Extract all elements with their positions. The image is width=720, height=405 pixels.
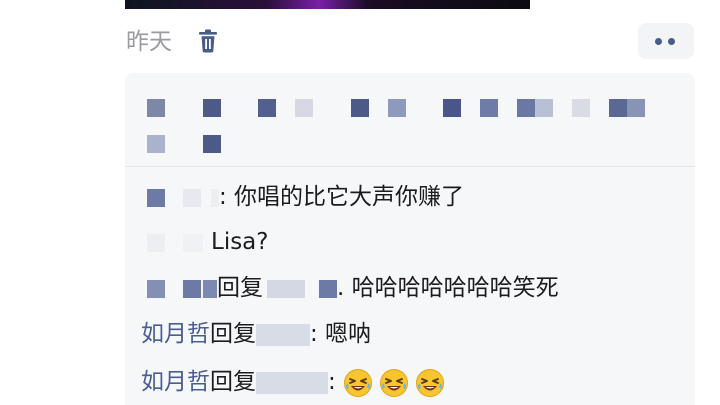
comment-row[interactable]: Lisa? <box>125 227 269 257</box>
liker-avatar[interactable] <box>388 99 406 117</box>
liker-avatar[interactable] <box>203 135 221 153</box>
liker-avatar[interactable] <box>147 99 165 117</box>
liker-avatar[interactable] <box>627 99 645 117</box>
reply-target-redacted[interactable] <box>256 371 328 394</box>
laugh-cry-emoji <box>379 368 409 398</box>
reply-keyword: 回复 <box>210 321 256 347</box>
reply-keyword: 回复 <box>217 275 263 301</box>
commenter-name-redacted[interactable] <box>147 279 165 298</box>
laugh-cry-emoji <box>415 368 445 398</box>
comments-panel: : 你唱的比它大声你赚了 Lisa? 回复. 哈哈哈哈哈哈哈笑死 如月哲回复: … <box>125 167 695 405</box>
reply-keyword: 回复 <box>210 369 256 395</box>
post-date-label: 昨天 <box>126 29 172 55</box>
trash-icon[interactable] <box>197 29 219 53</box>
liker-avatar[interactable] <box>351 99 369 117</box>
commenter-name[interactable]: 如月哲 <box>141 321 210 347</box>
liker-avatar[interactable] <box>480 99 498 117</box>
comment-text: : 嗯呐 <box>310 321 372 347</box>
liker-avatar[interactable] <box>572 99 590 117</box>
comment-text: . 哈哈哈哈哈哈哈笑死 <box>337 275 559 301</box>
liker-avatar[interactable] <box>535 99 553 117</box>
media-preview-strip[interactable] <box>125 0 530 9</box>
liker-avatar[interactable] <box>517 99 535 117</box>
commenter-name[interactable]: 如月哲 <box>141 369 210 395</box>
comment-text: : <box>328 369 344 395</box>
reply-target-redacted[interactable] <box>267 279 305 298</box>
liker-avatar[interactable] <box>609 99 627 117</box>
likes-panel <box>125 73 695 166</box>
liker-avatar[interactable] <box>147 135 165 153</box>
comment-row[interactable]: 如月哲回复: <box>125 367 451 397</box>
liker-avatar[interactable] <box>203 99 221 117</box>
liker-avatar[interactable] <box>258 99 276 117</box>
commenter-name-redacted[interactable] <box>147 233 165 252</box>
comment-row[interactable]: 回复 . 哈哈哈哈哈哈哈笑死 <box>125 273 559 303</box>
liker-avatar[interactable] <box>295 99 313 117</box>
comment-text: Lisa? <box>211 229 269 255</box>
reply-target-redacted[interactable] <box>256 323 310 346</box>
more-options-button[interactable] <box>638 23 694 59</box>
comment-row[interactable]: 如月哲回复 : 嗯呐 <box>125 319 371 349</box>
comment-text: : 你唱的比它大声你赚了 <box>219 184 465 210</box>
more-dots-icon <box>655 38 662 45</box>
commenter-name-redacted[interactable] <box>147 188 165 207</box>
liker-avatar[interactable] <box>443 99 461 117</box>
laugh-cry-emoji <box>343 368 373 398</box>
comment-row[interactable]: : 你唱的比它大声你赚了 <box>125 182 464 212</box>
